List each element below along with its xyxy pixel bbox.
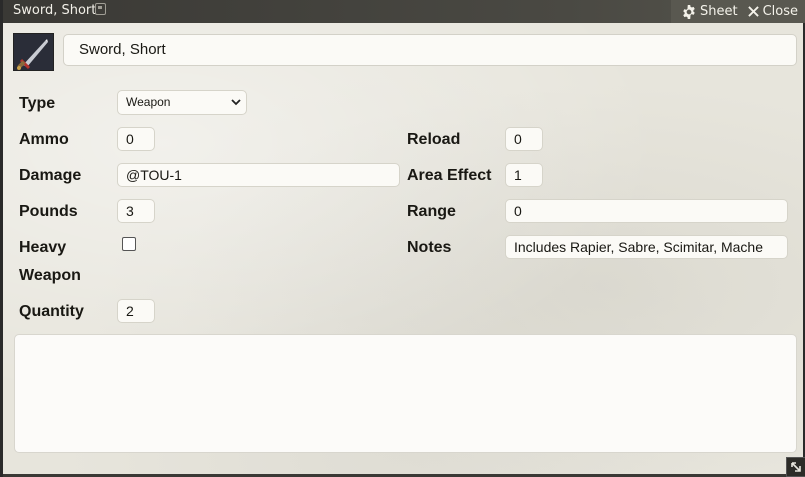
window-actions: Sheet Close [671,0,805,23]
sheet-button-label: Sheet [699,3,738,19]
sheet-button[interactable]: Sheet [682,2,738,22]
close-icon [747,6,759,17]
area-effect-label: Area Effect [407,167,492,184]
type-select[interactable]: Weapon [117,90,247,115]
type-select-value: Weapon [126,95,171,109]
quantity-label: Quantity [19,303,84,320]
heavy-weapon-label-line1: Heavy [19,239,67,256]
range-input[interactable]: 0 [505,199,788,223]
ammo-input[interactable]: 0 [117,127,155,151]
quantity-input[interactable]: 2 [117,299,155,323]
description-editor[interactable] [14,334,797,453]
item-sheet-window: Sword, Short Sheet Close Sword, Short Ty… [0,0,805,477]
range-label: Range [407,203,456,220]
gear-icon [683,4,695,19]
damage-label: Damage [19,167,82,184]
heavy-weapon-checkbox[interactable] [122,237,136,251]
short-sword-icon[interactable] [13,33,54,71]
document-id-icon[interactable] [95,3,106,15]
chevron-down-icon [231,99,241,106]
heavy-weapon-label-line2: Weapon [19,267,81,284]
type-label: Type [19,95,56,112]
close-button[interactable]: Close [747,2,798,22]
resize-icon [791,462,801,472]
resize-handle[interactable] [786,457,805,477]
notes-input[interactable]: Includes Rapier, Sabre, Scimitar, Mache [505,235,788,259]
area-effect-input[interactable]: 1 [505,163,543,187]
notes-label: Notes [407,239,452,256]
window-titlebar[interactable]: Sword, Short Sheet Close [3,0,805,23]
pounds-input[interactable]: 3 [117,199,155,223]
ammo-label: Ammo [19,131,69,148]
item-name-input[interactable]: Sword, Short [63,34,797,66]
reload-input[interactable]: 0 [505,127,543,151]
damage-input[interactable]: @TOU-1 [117,163,400,187]
close-button-label: Close [762,3,798,19]
window-title: Sword, Short [13,3,97,18]
reload-label: Reload [407,131,461,148]
item-header: Sword, Short [13,33,798,71]
pounds-label: Pounds [19,203,78,220]
